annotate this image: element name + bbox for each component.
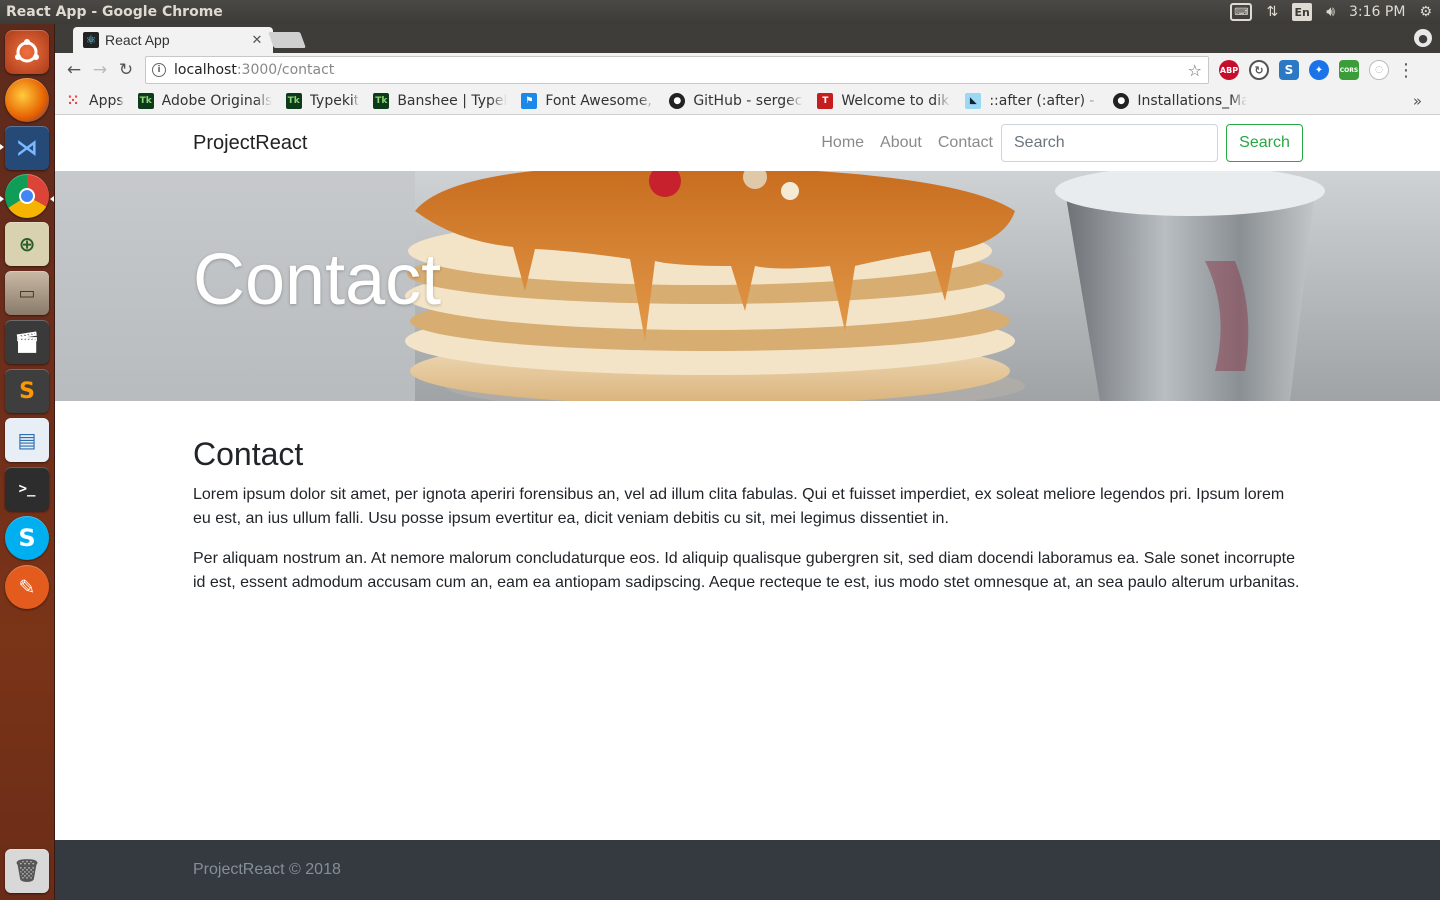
github-icon: ● bbox=[1113, 92, 1130, 109]
typekit-icon: Tk bbox=[285, 92, 302, 109]
site-info-icon[interactable]: i bbox=[152, 63, 166, 77]
site-footer: ProjectReact © 2018 bbox=[55, 840, 1440, 900]
paragraph: Lorem ipsum dolor sit amet, per ignota a… bbox=[193, 486, 1285, 527]
bookmark-adobe-originals[interactable]: Tk Adobe Originals bbox=[137, 92, 272, 109]
mdn-icon: ◣ bbox=[965, 92, 982, 109]
adblock-plus-icon[interactable]: ABP bbox=[1219, 60, 1239, 80]
sync-extension-icon[interactable]: ↻ bbox=[1249, 60, 1269, 80]
s-extension-icon[interactable]: S bbox=[1279, 60, 1299, 80]
pencil-icon[interactable]: ✎ bbox=[5, 565, 49, 609]
search-button[interactable]: Search bbox=[1226, 124, 1303, 162]
tab-strip: ⚛ React App ✕ ● bbox=[55, 24, 1440, 53]
cors-extension-icon[interactable]: CORS bbox=[1339, 60, 1359, 80]
bookmark-welcome-diks[interactable]: T Welcome to diks bbox=[817, 92, 951, 109]
gear-icon[interactable]: ⚙ bbox=[1419, 4, 1432, 20]
address-bar[interactable]: i localhost :3000/contact ☆ bbox=[145, 56, 1209, 84]
ubuntu-dash-icon[interactable] bbox=[5, 30, 49, 74]
more-bookmarks-chevron-icon[interactable]: » bbox=[1413, 92, 1422, 110]
profile-icon[interactable]: ● bbox=[1414, 29, 1432, 47]
url-host: localhost bbox=[174, 62, 237, 78]
files-icon[interactable]: ▭ bbox=[5, 271, 49, 315]
window-title: React App - Google Chrome bbox=[6, 4, 223, 20]
bookmark-apps[interactable]: ⁙ Apps bbox=[65, 93, 124, 109]
bookmark-star-icon[interactable]: ☆ bbox=[1188, 61, 1202, 80]
bookmarks-bar: ⁙ Apps Tk Adobe Originals Tk Typekit Tk … bbox=[55, 87, 1440, 115]
clock[interactable]: 3:16 PM bbox=[1349, 4, 1405, 20]
site-navbar: ProjectReact Home About Contact Search bbox=[55, 115, 1440, 171]
page-heading: Contact bbox=[193, 436, 304, 472]
sublime-text-icon[interactable]: S bbox=[5, 369, 49, 413]
react-favicon-icon: ⚛ bbox=[83, 32, 99, 48]
bookmark-font-awesome[interactable]: ⚑ Font Awesome, t bbox=[521, 92, 655, 109]
browser-tab-active[interactable]: ⚛ React App ✕ bbox=[73, 27, 273, 53]
main-content: Contact Lorem ipsum dolor sit amet, per … bbox=[55, 401, 1440, 595]
system-monitor-icon[interactable]: ⊕ bbox=[5, 222, 49, 266]
volume-icon[interactable]: 🔊︎ bbox=[1326, 4, 1335, 20]
video-editor-icon[interactable]: 🎬︎ bbox=[5, 320, 49, 364]
hero-title: Contact bbox=[193, 240, 442, 320]
bookmark-icon: T bbox=[817, 92, 834, 109]
grey-extension-icon[interactable]: ◌ bbox=[1369, 60, 1389, 80]
tab-title: React App bbox=[105, 32, 170, 48]
nav-home-link[interactable]: Home bbox=[821, 134, 864, 152]
forward-arrow-icon[interactable]: → bbox=[87, 57, 113, 83]
network-arrows-icon[interactable]: ⇅ bbox=[1266, 4, 1278, 20]
hero-banner: Contact bbox=[55, 171, 1440, 401]
system-top-panel: React App - Google Chrome ⌨ ⇅ En 🔊︎ 3:16… bbox=[0, 0, 1440, 24]
chrome-menu-icon[interactable]: ⋮ bbox=[1397, 60, 1415, 81]
keyboard-indicator-icon[interactable]: ⌨ bbox=[1230, 3, 1253, 21]
nav-contact-link[interactable]: Contact bbox=[938, 134, 993, 152]
unity-launcher: ⋊ ⊕ ▭ 🎬︎ S ▤ >_ S ✎ 🗑︎ bbox=[0, 24, 55, 900]
chrome-icon[interactable] bbox=[5, 174, 49, 218]
nav-about-link[interactable]: About bbox=[880, 134, 922, 152]
browser-toolbar: ← → ↻ i localhost :3000/contact ☆ ABP ↻ … bbox=[55, 53, 1440, 87]
running-indicator bbox=[0, 144, 4, 150]
close-tab-icon[interactable]: ✕ bbox=[249, 33, 265, 48]
page-viewport: ProjectReact Home About Contact Search S… bbox=[55, 115, 1440, 900]
vscode-icon[interactable]: ⋊ bbox=[5, 126, 49, 170]
keyboard-layout-indicator[interactable]: En bbox=[1292, 3, 1313, 21]
bookmark-banshee[interactable]: Tk Banshee | Typekit bbox=[373, 92, 507, 109]
skype-icon[interactable]: S bbox=[5, 516, 49, 560]
bookmark-mdn-after[interactable]: ◣ ::after (:after) - C bbox=[965, 92, 1099, 109]
typekit-icon: Tk bbox=[137, 92, 154, 109]
system-indicators: ⌨ ⇅ En 🔊︎ 3:16 PM ⚙ bbox=[1230, 3, 1440, 21]
github-icon: ● bbox=[669, 92, 686, 109]
chrome-window: ⚛ React App ✕ ● ← → ↻ i localhost :3000/… bbox=[55, 24, 1440, 900]
url-path: :3000/contact bbox=[236, 62, 335, 78]
firefox-icon[interactable] bbox=[5, 78, 49, 122]
blue-extension-icon[interactable]: ✦ bbox=[1309, 60, 1329, 80]
trash-icon[interactable]: 🗑︎ bbox=[5, 849, 49, 893]
libreoffice-writer-icon[interactable]: ▤ bbox=[5, 418, 49, 462]
bookmark-installations[interactable]: ● Installations_Ma bbox=[1113, 92, 1247, 109]
reload-icon[interactable]: ↻ bbox=[113, 57, 139, 83]
bookmark-typekit[interactable]: Tk Typekit bbox=[285, 92, 359, 109]
typekit-icon: Tk bbox=[373, 92, 390, 109]
site-brand[interactable]: ProjectReact bbox=[193, 132, 821, 155]
paragraph: Per aliquam nostrum an. At nemore maloru… bbox=[193, 550, 1300, 591]
new-tab-button[interactable] bbox=[268, 32, 306, 48]
extensions-area: ABP ↻ S ✦ CORS ◌ bbox=[1219, 60, 1389, 80]
search-input[interactable] bbox=[1001, 124, 1218, 162]
footer-copyright: ProjectReact © 2018 bbox=[193, 861, 341, 878]
back-arrow-icon[interactable]: ← bbox=[61, 57, 87, 83]
flag-icon: ⚑ bbox=[521, 92, 538, 109]
terminal-icon[interactable]: >_ bbox=[5, 467, 49, 511]
bookmark-github-sergech[interactable]: ● GitHub - sergech bbox=[669, 92, 803, 109]
running-indicator bbox=[0, 196, 4, 202]
apps-grid-icon: ⁙ bbox=[67, 92, 79, 109]
active-indicator bbox=[50, 196, 54, 202]
